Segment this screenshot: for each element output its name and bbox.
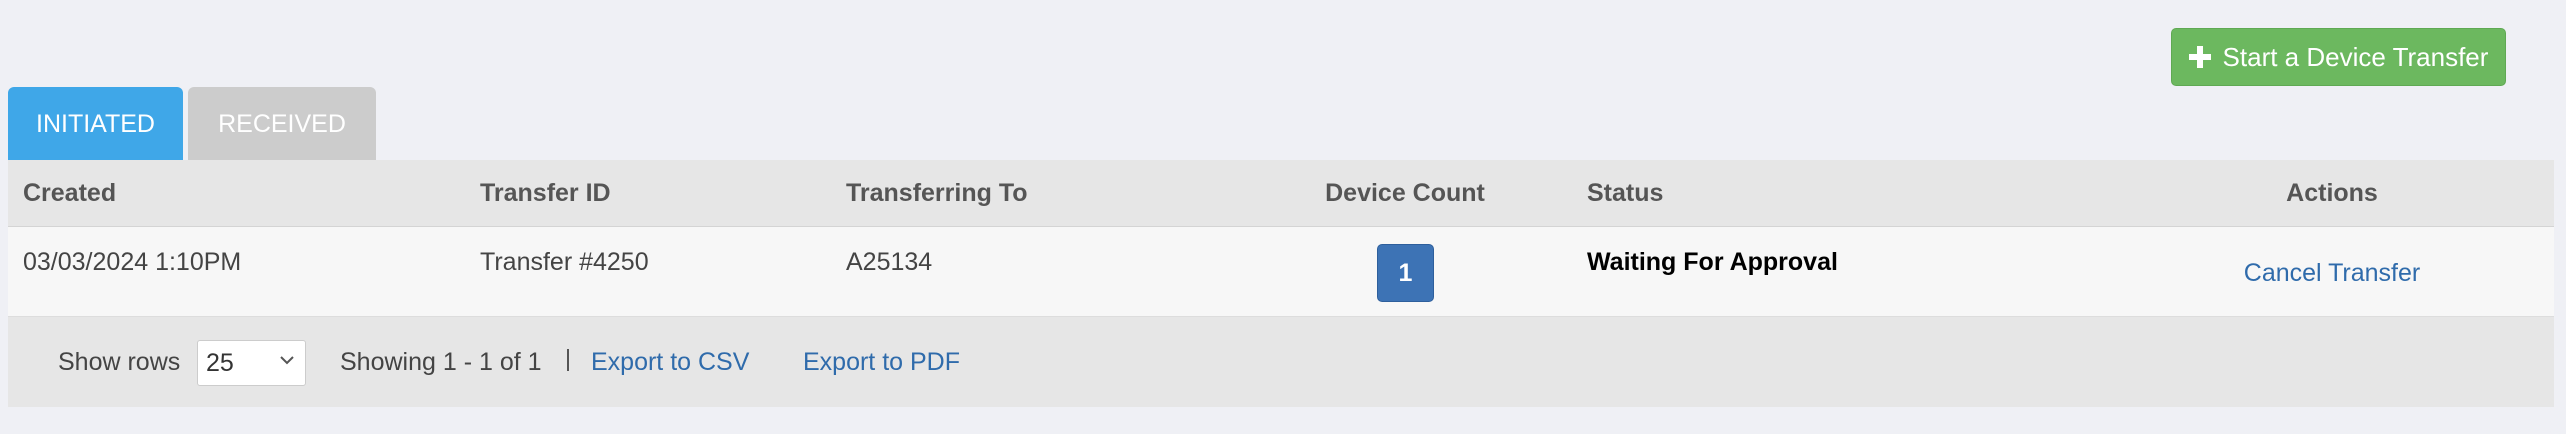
transfer-tabs: INITIATED RECEIVED: [8, 87, 376, 161]
pagination-summary: Showing 1 - 1 of 1: [340, 348, 542, 376]
show-rows-label: Show rows: [58, 348, 181, 376]
tab-received[interactable]: RECEIVED: [188, 87, 376, 161]
transferring-to-cell: A25134: [846, 248, 933, 276]
rows-per-page-select[interactable]: 25: [197, 340, 306, 386]
column-header-actions: Actions: [2286, 179, 2378, 207]
table-footer: Show rows 25 Showing 1 - 1 of 1 Export t…: [8, 317, 2554, 407]
export-csv-link[interactable]: Export to CSV: [591, 348, 749, 377]
created-cell: 03/03/2024 1:10PM: [23, 248, 242, 276]
status-cell: Waiting For Approval: [1587, 248, 1838, 276]
start-device-transfer-label: Start a Device Transfer: [2222, 41, 2489, 72]
table-header: Created Transfer ID Transferring To Devi…: [8, 160, 2554, 227]
cancel-transfer-link[interactable]: Cancel Transfer: [2203, 259, 2461, 288]
table-row: 03/03/2024 1:10PM Transfer #4250 A25134 …: [8, 227, 2554, 317]
column-header-transferring-to[interactable]: Transferring To: [846, 179, 1028, 208]
column-header-status[interactable]: Status: [1587, 179, 1663, 208]
rows-per-page-value: 25: [206, 348, 234, 377]
start-device-transfer-button[interactable]: Start a Device Transfer: [2171, 28, 2506, 86]
column-header-device-count[interactable]: Device Count: [1316, 179, 1494, 208]
column-header-created[interactable]: Created: [23, 179, 116, 208]
export-pdf-link[interactable]: Export to PDF: [803, 348, 960, 377]
chevron-down-icon: [280, 356, 294, 365]
plus-icon: [2188, 46, 2211, 68]
divider: [567, 349, 569, 371]
transfer-id-cell: Transfer #4250: [480, 248, 649, 276]
tab-initiated[interactable]: INITIATED: [8, 87, 183, 161]
transfers-table: Created Transfer ID Transferring To Devi…: [8, 160, 2554, 407]
device-count-badge[interactable]: 1: [1377, 244, 1434, 302]
column-header-transfer-id[interactable]: Transfer ID: [480, 179, 611, 208]
